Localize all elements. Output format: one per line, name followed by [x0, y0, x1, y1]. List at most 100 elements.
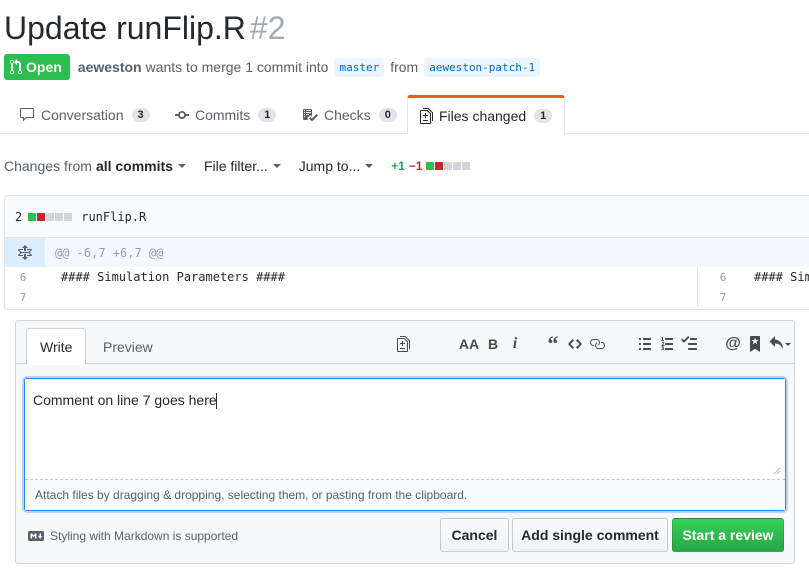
- jump-to-dropdown[interactable]: Jump to...: [298, 158, 374, 174]
- link-icon[interactable]: [586, 333, 608, 355]
- changes-prefix: Changes from: [4, 158, 92, 174]
- markdown-toolbar-lists: [634, 333, 700, 355]
- pr-title-text: Update runFlip.R: [4, 10, 246, 46]
- diff-toolbar: Changes from all commits File filter... J…: [4, 155, 471, 177]
- merge-text: wants to merge 1 commit into: [145, 59, 329, 75]
- hunk-range: @@ -6,7 +6,7 @@: [55, 245, 164, 260]
- markdown-toolbar-extras: @: [722, 333, 794, 355]
- tab-count: 3: [131, 107, 150, 122]
- line-number-right[interactable]: 7: [698, 291, 748, 304]
- header-text-icon[interactable]: AA: [456, 333, 482, 355]
- diffstat-block-neutral: [64, 212, 73, 221]
- comment-icon: [19, 107, 35, 123]
- git-pull-request-icon: [10, 59, 22, 75]
- diffstat-block-neutral: [55, 212, 64, 221]
- code-icon[interactable]: [564, 333, 586, 355]
- diffstat: +1 −1: [391, 159, 470, 173]
- file-change-count: 2: [15, 209, 23, 224]
- cancel-button[interactable]: Cancel: [440, 518, 509, 552]
- quote-icon[interactable]: “: [542, 331, 564, 356]
- attach-files-hint[interactable]: Attach files by dragging & dropping, sel…: [25, 479, 785, 510]
- file-diff: 2 runFlip.R @@ -6,7 +6,7 @@ 6 #### Simul…: [4, 195, 809, 310]
- tab-commits[interactable]: Commits 1: [175, 95, 277, 134]
- line-code-left: #### Simulation Parameters ####: [61, 270, 285, 284]
- additions-count: +1: [391, 159, 405, 173]
- file-name[interactable]: runFlip.R: [81, 210, 146, 224]
- tab-count: 0: [378, 107, 397, 122]
- file-diff-icon: [420, 108, 433, 124]
- comment-tabs: Write Preview AA B i “ @: [16, 321, 794, 365]
- chevron-down-icon: [177, 164, 186, 168]
- diff-line: 7 7: [5, 287, 809, 307]
- chevron-down-icon: [272, 164, 281, 168]
- from-text: from: [390, 59, 419, 75]
- tab-preview[interactable]: Preview: [90, 328, 166, 365]
- markdown-note[interactable]: Styling with Markdown is supported: [28, 529, 238, 543]
- head-branch[interactable]: aeweston-patch-1: [424, 57, 541, 77]
- tab-write[interactable]: Write: [26, 328, 87, 365]
- unordered-list-icon[interactable]: [634, 333, 656, 355]
- file-header: 2 runFlip.R: [5, 196, 809, 238]
- ordered-list-icon[interactable]: [656, 333, 678, 355]
- insert-file-icon[interactable]: [392, 333, 414, 355]
- bold-icon[interactable]: B: [482, 333, 504, 355]
- comment-editor: Attach files by dragging & dropping, sel…: [24, 378, 786, 511]
- line-number-left[interactable]: 6: [5, 271, 41, 284]
- task-list-icon[interactable]: [678, 333, 700, 355]
- diffstat-block-neutral: [452, 162, 461, 170]
- diffstat-block-added: [425, 162, 434, 170]
- diff-line: 6 #### Simulation Parameters #### 6 ####…: [5, 267, 809, 287]
- bookmark-icon[interactable]: [744, 333, 766, 355]
- diffstat-block-neutral: [461, 162, 470, 170]
- file-filter-dropdown[interactable]: File filter...: [204, 158, 281, 174]
- diffstat-block-deleted: [434, 162, 443, 170]
- hunk-header: @@ -6,7 +6,7 @@: [5, 238, 809, 267]
- resize-handle-icon[interactable]: [773, 467, 781, 475]
- diffstat-block-deleted: [37, 212, 46, 221]
- comment-textarea[interactable]: [25, 379, 785, 479]
- diffstat-block-added: [28, 212, 37, 221]
- tab-count: 1: [258, 107, 277, 122]
- commit-icon: [175, 107, 189, 123]
- tab-label: Commits: [195, 106, 251, 123]
- text-cursor: [216, 393, 217, 409]
- file-filter-label: File filter...: [203, 158, 268, 174]
- markdown-toolbar-text: AA B i: [456, 333, 526, 355]
- pr-number: #2: [249, 10, 286, 46]
- diff-line-right: 6 #### Sim: [697, 267, 809, 287]
- unfold-icon[interactable]: [5, 238, 45, 267]
- pr-title: Update runFlip.R #2: [4, 10, 285, 47]
- base-branch[interactable]: master: [334, 57, 385, 77]
- tab-label: Checks: [324, 106, 371, 123]
- tab-files-changed[interactable]: Files changed 1: [407, 95, 566, 135]
- start-review-button[interactable]: Start a review: [672, 518, 784, 552]
- author-link[interactable]: aeweston: [78, 59, 142, 75]
- diff-line-right: 7: [697, 287, 754, 307]
- markdown-note-text: Styling with Markdown is supported: [50, 529, 239, 543]
- mention-icon[interactable]: @: [722, 333, 744, 355]
- italic-icon[interactable]: i: [504, 333, 526, 355]
- markdown-toolbar-insert: “: [542, 331, 608, 356]
- pr-tabs: Conversation 3 Commits 1 Checks 0 Files …: [0, 95, 809, 135]
- line-number-left[interactable]: 7: [5, 291, 41, 304]
- tab-label: Files changed: [439, 108, 527, 124]
- diffstat-block-neutral: [46, 212, 55, 221]
- deletions-count: −1: [408, 159, 423, 173]
- pr-meta: Open aeweston wants to merge 1 commit in…: [4, 53, 546, 81]
- diffstat-block-neutral: [443, 162, 452, 170]
- reply-icon[interactable]: [766, 333, 794, 355]
- inline-comment-form: Write Preview AA B i “ @ Comment on line…: [15, 320, 795, 564]
- checklist-icon: [302, 107, 318, 123]
- tab-conversation[interactable]: Conversation 3: [19, 95, 150, 134]
- tab-count: 1: [534, 109, 553, 123]
- jump-to-label: Jump to...: [298, 158, 361, 174]
- add-single-comment-button[interactable]: Add single comment: [512, 518, 668, 552]
- status-badge: Open: [4, 54, 70, 80]
- markdown-icon: [28, 531, 44, 541]
- status-label: Open: [26, 59, 62, 75]
- tab-label: Conversation: [41, 106, 124, 123]
- changes-from-dropdown[interactable]: Changes from all commits: [4, 158, 186, 174]
- line-number-right[interactable]: 6: [698, 271, 748, 284]
- tab-checks[interactable]: Checks 0: [302, 95, 397, 134]
- changes-value: all commits: [95, 158, 173, 174]
